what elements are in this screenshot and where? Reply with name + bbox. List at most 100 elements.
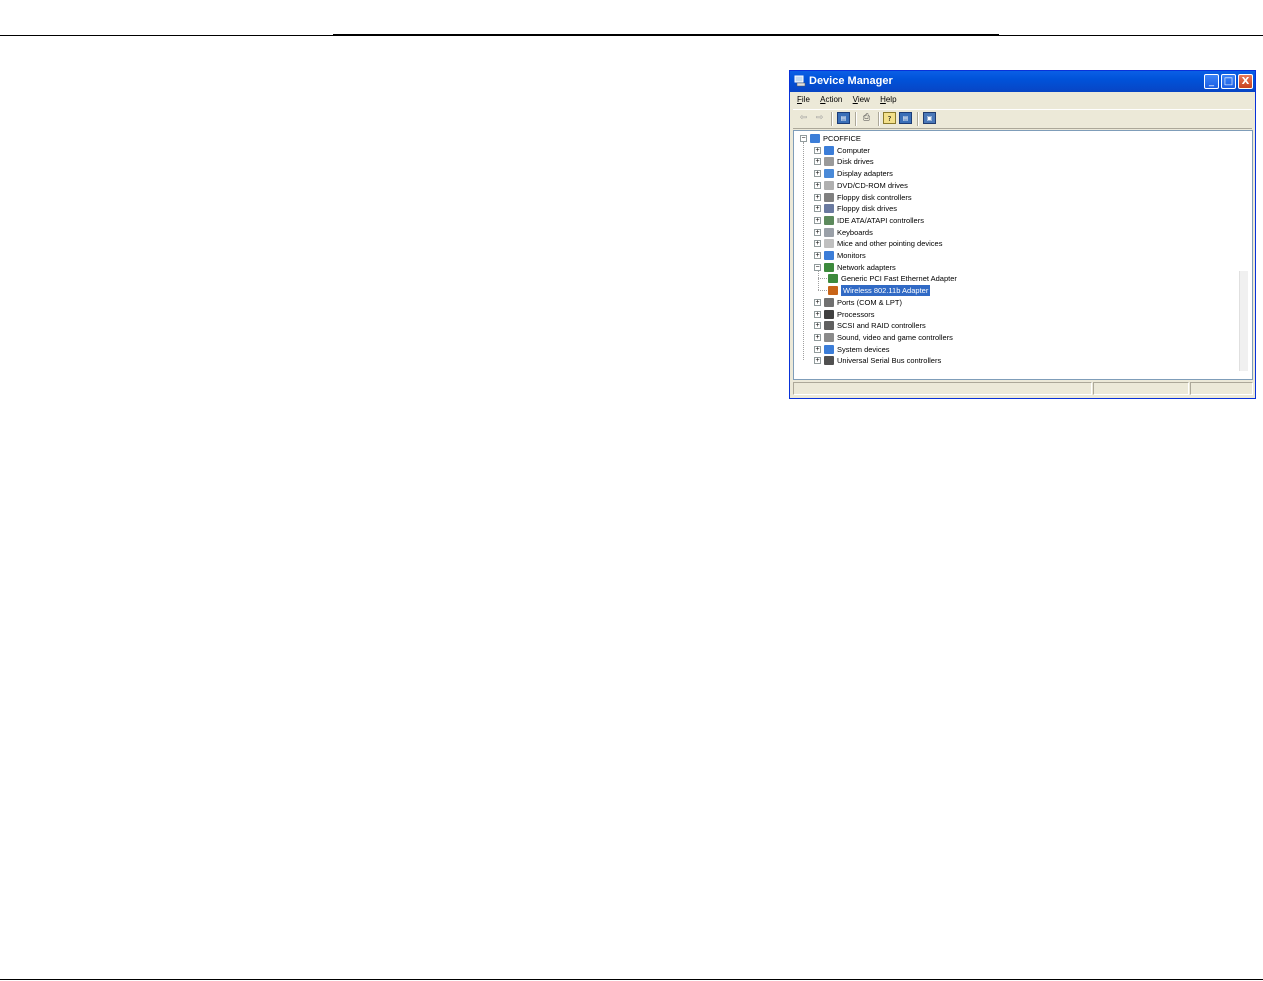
- tree-item-label: PCOFFICE: [823, 134, 861, 143]
- tree-item-label: Floppy disk drives: [837, 204, 898, 214]
- tree-item-label: Disk drives: [837, 157, 874, 167]
- expand-toggle-icon[interactable]: +: [814, 205, 821, 213]
- close-button[interactable]: X: [1238, 74, 1253, 89]
- ide-controller-icon: [824, 215, 834, 225]
- expand-toggle-icon[interactable]: +: [814, 345, 821, 353]
- vertical-scrollbar[interactable]: [1239, 271, 1248, 371]
- tree-category-floppy-disk-drives[interactable]: + Floppy disk drives: [814, 203, 1144, 214]
- tree-item-label: Generic PCI Fast Ethernet Adapter: [841, 274, 957, 284]
- collapse-toggle-icon[interactable]: −: [814, 263, 821, 271]
- tree-category-mice-and-other-pointing-devices[interactable]: + Mice and other pointing devices: [814, 238, 1144, 249]
- help-icon[interactable]: ?: [883, 112, 896, 124]
- tree-item-label: System devices: [837, 344, 890, 354]
- tree-category-processors[interactable]: + Processors: [814, 309, 1144, 320]
- keyboard-icon: [824, 227, 834, 237]
- tree-category-ide-ata-atapi-controllers[interactable]: + IDE ATA/ATAPI controllers: [814, 215, 1144, 226]
- toolbar-separator: [917, 112, 919, 126]
- tree-category-ports-com-lpt[interactable]: + Ports (COM & LPT): [814, 297, 1144, 308]
- toolbar: ⇦ ⇨ ▤ ⎙ ? ▤ ▣: [793, 109, 1252, 129]
- expand-toggle-icon[interactable]: +: [814, 298, 821, 306]
- properties-icon[interactable]: ▤: [837, 112, 850, 124]
- scsi-icon: [824, 321, 834, 331]
- minimize-button[interactable]: _: [1204, 74, 1219, 89]
- expand-toggle-icon[interactable]: +: [814, 193, 821, 201]
- network-adapter-icon: [824, 262, 834, 272]
- print-icon[interactable]: ⎙: [860, 112, 873, 124]
- tree-category-floppy-disk-controllers[interactable]: + Floppy disk controllers: [814, 192, 1144, 203]
- menu-file[interactable]: File: [797, 93, 810, 107]
- toolbar-separator: [831, 112, 833, 126]
- expand-toggle-icon[interactable]: +: [814, 252, 821, 259]
- update-driver-icon[interactable]: ▤: [899, 112, 912, 124]
- tree-connector: [818, 278, 827, 280]
- back-icon[interactable]: ⇦: [797, 112, 810, 124]
- monitor-icon: [824, 251, 834, 260]
- tree-item-label: Wireless 802.11b Adapter: [841, 285, 931, 297]
- page-top-rule-thick: [333, 34, 999, 36]
- expand-toggle-icon[interactable]: +: [814, 357, 821, 365]
- menu-view[interactable]: View: [853, 93, 870, 107]
- title-bar[interactable]: Device Manager _ □ X: [790, 71, 1255, 92]
- tree-item-label: Sound, video and game controllers: [837, 332, 953, 342]
- status-cell-2: [1093, 382, 1189, 395]
- expand-toggle-icon[interactable]: +: [814, 216, 821, 224]
- tree-category-dvd-cd-rom-drives[interactable]: + DVD/CD-ROM drives: [814, 180, 1144, 191]
- disk-drive-icon: [824, 157, 834, 167]
- status-cell-main: [793, 382, 1092, 395]
- expand-toggle-icon[interactable]: +: [814, 310, 821, 318]
- tree-item-label: Mice and other pointing devices: [837, 239, 943, 249]
- tree-item-label: Monitors: [837, 251, 866, 260]
- expand-toggle-icon[interactable]: +: [814, 240, 821, 248]
- tree-item-label: Keyboards: [837, 227, 873, 237]
- device-manager-window: Device Manager _ □ X File Action View He…: [789, 70, 1256, 399]
- tree-item-label: Floppy disk controllers: [837, 192, 912, 202]
- tree-root-pcoffice[interactable]: − PCOFFICE: [800, 133, 1130, 144]
- tree-item-label: Computer: [837, 145, 870, 155]
- expand-toggle-icon[interactable]: +: [814, 181, 821, 189]
- tree-category-scsi-and-raid-controllers[interactable]: + SCSI and RAID controllers: [814, 320, 1144, 331]
- processor-icon: [824, 309, 834, 319]
- tree-item-label: Network adapters: [837, 262, 896, 272]
- tree-category-disk-drives[interactable]: + Disk drives: [814, 156, 1144, 167]
- maximize-button[interactable]: □: [1221, 74, 1236, 89]
- tree-category-keyboards[interactable]: + Keyboards: [814, 227, 1144, 238]
- system-devices-icon: [824, 344, 834, 354]
- computer-icon: [824, 145, 834, 155]
- tree-connector: [818, 270, 819, 291]
- tree-connector: [818, 290, 827, 292]
- floppy-drive-icon: [824, 204, 834, 214]
- tree-item-label: IDE ATA/ATAPI controllers: [837, 215, 924, 225]
- device-tree: − PCOFFICE + Computer + Disk drives + Display a…: [793, 130, 1253, 380]
- tree-category-system-devices[interactable]: + System devices: [814, 344, 1144, 355]
- display-adapter-icon: [824, 169, 834, 179]
- collapse-toggle-icon[interactable]: −: [800, 135, 807, 142]
- toolbar-separator: [878, 112, 880, 126]
- tree-category-display-adapters[interactable]: + Display adapters: [814, 168, 1144, 179]
- expand-toggle-icon[interactable]: +: [814, 170, 821, 178]
- tree-category-sound-video-and-game-controllers[interactable]: + Sound, video and game controllers: [814, 332, 1144, 343]
- expand-toggle-icon[interactable]: +: [814, 322, 821, 330]
- expand-toggle-icon[interactable]: +: [814, 158, 821, 166]
- expand-toggle-icon[interactable]: +: [814, 146, 821, 154]
- expand-toggle-icon[interactable]: +: [814, 228, 821, 236]
- menu-help[interactable]: Help: [880, 93, 896, 107]
- tree-category-universal-serial-bus-controllers[interactable]: + Universal Serial Bus controllers: [814, 355, 1144, 366]
- menu-action[interactable]: Action: [820, 93, 842, 107]
- tree-item-label: DVD/CD-ROM drives: [837, 180, 908, 190]
- scan-hardware-icon[interactable]: ▣: [923, 112, 936, 124]
- tree-device-generic-pci-fast-ethernet-adapter[interactable]: Generic PCI Fast Ethernet Adapter: [828, 273, 1158, 284]
- wireless-adapter-icon: [828, 286, 838, 296]
- tree-category-monitors[interactable]: + Monitors: [814, 250, 1144, 261]
- cdrom-icon: [824, 180, 834, 190]
- status-cell-3: [1190, 382, 1253, 395]
- tree-item-label: Universal Serial Bus controllers: [837, 356, 942, 366]
- tree-device-wireless-802-11b-adapter[interactable]: Wireless 802.11b Adapter: [828, 285, 1158, 297]
- tree-category-network-adapters[interactable]: − Network adapters: [814, 262, 1144, 273]
- tree-connector: [803, 142, 804, 361]
- menu-bar: File Action View Help: [793, 93, 1252, 107]
- forward-icon[interactable]: ⇨: [813, 112, 826, 124]
- expand-toggle-icon[interactable]: +: [814, 333, 821, 341]
- tree-item-label: Display adapters: [837, 169, 893, 179]
- mouse-icon: [824, 239, 834, 249]
- tree-category-computer[interactable]: + Computer: [814, 145, 1144, 156]
